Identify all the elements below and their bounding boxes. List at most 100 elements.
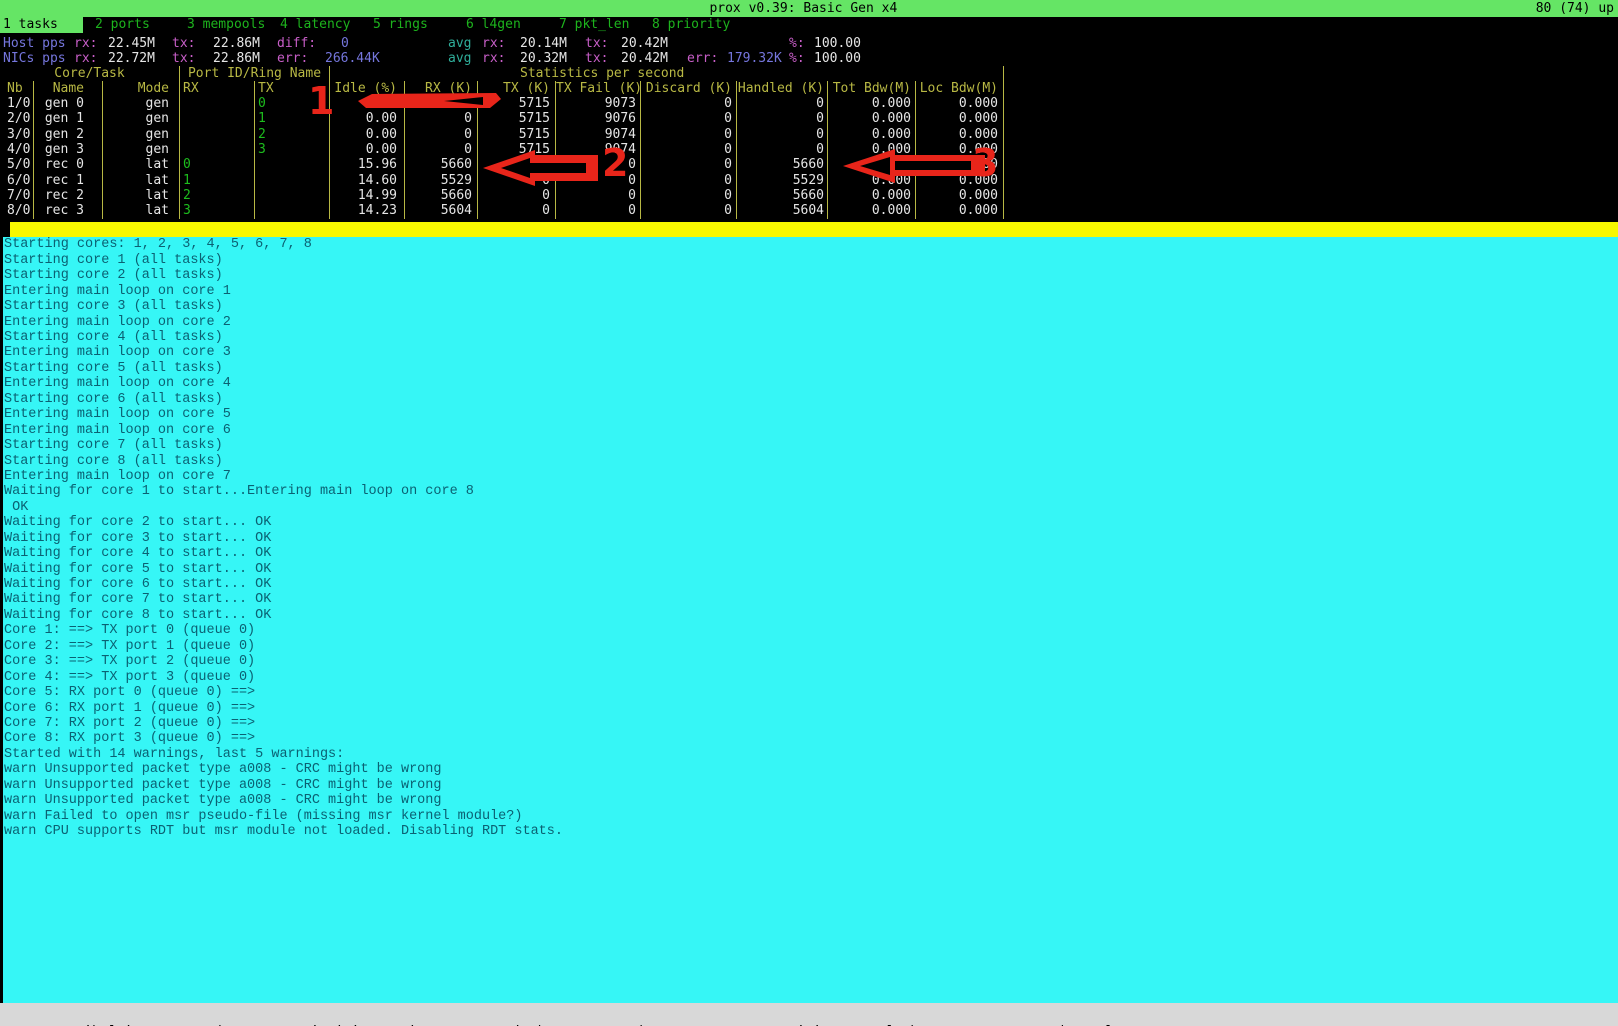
cell-discard: 0 — [641, 96, 737, 111]
tab-8-priority[interactable]: 8 priority — [652, 17, 730, 33]
cell-discard: 0 — [641, 173, 737, 188]
tab-7-pkt_len[interactable]: 7 pkt_len — [559, 17, 629, 33]
cell-loc: 0.000 — [916, 111, 1004, 126]
stat-segment: NICs pps — [3, 51, 66, 66]
cell-txfail: 0 — [556, 157, 641, 172]
log-line: Waiting for core 1 to start...Entering m… — [3, 484, 1618, 499]
cell-tx: 0 — [255, 96, 330, 111]
cell-rx: 0 — [180, 157, 255, 172]
cell-rxk: 5660 — [405, 157, 478, 172]
log-line: Waiting for core 8 to start... OK — [3, 608, 1618, 623]
tab-2-ports[interactable]: 2 ports — [95, 17, 150, 33]
cell-txk: 5715 — [478, 142, 556, 157]
cell-idle: 14.99 — [330, 188, 405, 203]
group-header: Statistics per second — [330, 66, 1004, 81]
log-line: Started with 14 warnings, last 5 warning… — [3, 747, 1618, 762]
cell-loc: 0.000 — [916, 188, 1004, 203]
cell-handled: 5660 — [737, 157, 828, 172]
table-row: 2/0gen 1gen10.00057159076000.0000.000 — [0, 111, 1004, 126]
host-pps-stat-line: Host ppsrx:22.45Mtx:22.86Mdiff:0avgrx:20… — [0, 36, 1618, 51]
cell-txfail: 9073 — [556, 96, 641, 111]
cell-discard: 0 — [641, 142, 737, 157]
tab-1-tasks[interactable]: 1 tasks — [0, 17, 83, 33]
cell-rxk: 5529 — [405, 173, 478, 188]
cell-txfail: 9074 — [556, 142, 641, 157]
cell-mode: lat — [103, 157, 180, 172]
stat-segment: diff: — [277, 36, 316, 51]
tab-3-mempools[interactable]: 3 mempools — [187, 17, 265, 33]
cell-nb: 3/0 — [0, 127, 34, 142]
cell-txk: 5715 — [478, 127, 556, 142]
tab-6-l4gen[interactable]: 6 l4gen — [466, 17, 521, 33]
cell-nb: 4/0 — [0, 142, 34, 157]
cell-idle: 14.60 — [330, 173, 405, 188]
cell-rxk: 0 — [405, 111, 478, 126]
cell-txfail: 0 — [556, 188, 641, 203]
cell-name: rec 2 — [34, 188, 103, 203]
cell-tx — [255, 188, 330, 203]
table-row: 5/0rec 0lat015.96566000056600.0000.000 — [0, 157, 1004, 172]
cell-tot: 0.000 — [828, 96, 916, 111]
log-line: Starting core 2 (all tasks) — [3, 268, 1618, 283]
stat-segment: Host pps — [3, 36, 66, 51]
group-header: Port ID/Ring Name — [180, 66, 330, 81]
stat-segment: tx: — [172, 51, 195, 66]
column-header-name: Name — [34, 81, 103, 96]
stat-segment: 100.00 — [814, 51, 861, 66]
stat-segment: 179.32K — [727, 51, 782, 66]
tab-4-latency[interactable]: 4 latency — [280, 17, 350, 33]
log-highlight-bar — [0, 222, 1618, 237]
cell-handled: 0 — [737, 111, 828, 126]
cell-idle: 14.23 — [330, 203, 405, 218]
cell-handled: 5660 — [737, 188, 828, 203]
log-line: Core 2: ==> TX port 1 (queue 0) — [3, 639, 1618, 654]
cell-txk: 5715 — [478, 111, 556, 126]
log-line: Waiting for core 2 to start... OK — [3, 515, 1618, 530]
cell-discard: 0 — [641, 203, 737, 218]
cursor-block — [0, 222, 10, 237]
cell-rxk: 5660 — [405, 188, 478, 203]
cell-name: rec 0 — [34, 157, 103, 172]
cell-discard: 0 — [641, 127, 737, 142]
cell-mode: gen — [103, 111, 180, 126]
log-line: Entering main loop on core 7 — [3, 469, 1618, 484]
stat-segment: tx: — [585, 36, 608, 51]
column-header-handled: Handled (K) — [737, 81, 828, 96]
cell-mode: lat — [103, 188, 180, 203]
cell-txk: 0 — [478, 157, 556, 172]
cell-tot: 0.000 — [828, 157, 916, 172]
cell-idle: 0.00 — [330, 96, 405, 111]
column-header-rx: RX — [180, 81, 255, 96]
cell-mode: gen — [103, 127, 180, 142]
cell-mode: lat — [103, 173, 180, 188]
cell-handled: 0 — [737, 142, 828, 157]
column-header-idle: Idle (%) — [330, 81, 405, 96]
uptime-counter: 80 (74) up — [1536, 0, 1614, 17]
log-line: Starting core 8 (all tasks) — [3, 454, 1618, 469]
nics-pps-stat-line: NICs ppsrx:22.72Mtx:22.86Merr:266.44Kavg… — [0, 51, 1618, 66]
group-header: Core/Task — [0, 66, 180, 81]
stat-segment: 20.42M — [621, 36, 668, 51]
cell-tx — [255, 203, 330, 218]
log-line: warn Unsupported packet type a008 - CRC … — [3, 762, 1618, 777]
log-line: Starting core 5 (all tasks) — [3, 361, 1618, 376]
log-line: Core 6: RX port 1 (queue 0) ==> — [3, 701, 1618, 716]
column-header-discard: Discard (K) — [641, 81, 737, 96]
tab-5-rings[interactable]: 5 rings — [373, 17, 428, 33]
cell-name: rec 3 — [34, 203, 103, 218]
table-row: 3/0gen 2gen20.00057159074000.0000.000 — [0, 127, 1004, 142]
cell-txk: 0 — [478, 203, 556, 218]
log-line: Entering main loop on core 5 — [3, 407, 1618, 422]
cell-idle: 0.00 — [330, 127, 405, 142]
cell-name: gen 3 — [34, 142, 103, 157]
cell-tot: 0.000 — [828, 111, 916, 126]
column-header-nb: Nb — [0, 81, 34, 96]
stat-segment: 0 — [341, 36, 349, 51]
column-header-txfail: TX Fail (K) — [556, 81, 641, 96]
stat-segment: rx: — [74, 36, 97, 51]
log-line: Core 1: ==> TX port 0 (queue 0) — [3, 623, 1618, 638]
cell-txk: 0 — [478, 173, 556, 188]
stat-segment: 22.86M — [213, 51, 260, 66]
log-line: Entering main loop on core 1 — [3, 284, 1618, 299]
cell-tx: 1 — [255, 111, 330, 126]
